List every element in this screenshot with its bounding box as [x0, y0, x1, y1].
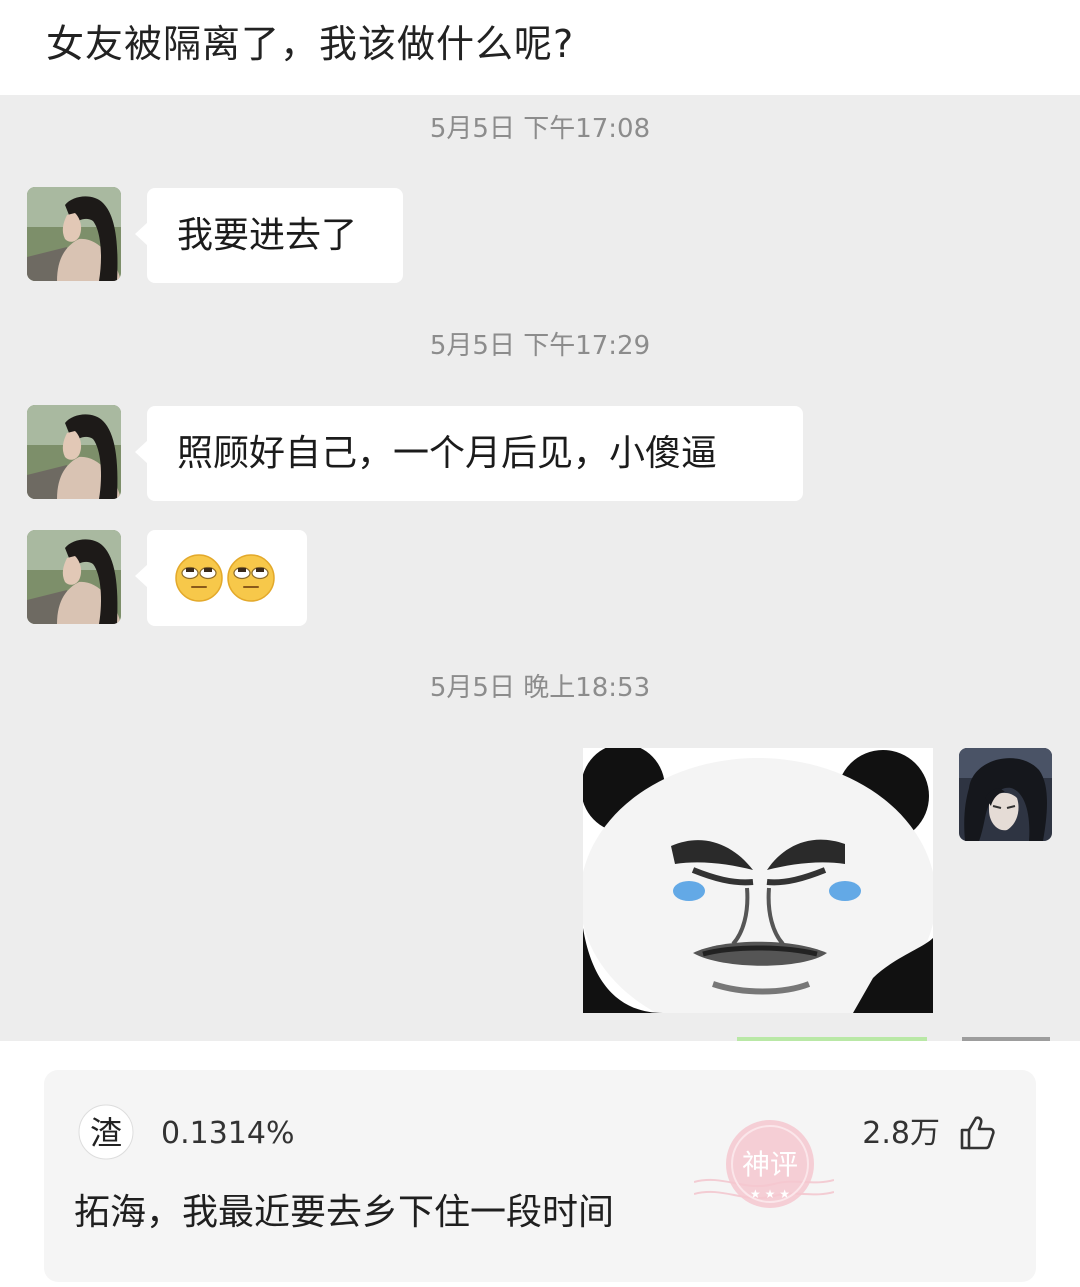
- post-title: 女友被隔离了，我该做什么呢?: [46, 22, 575, 66]
- thumbs-up-icon[interactable]: [958, 1114, 996, 1152]
- chat-timestamp: 5月5日 晚上18:53: [429, 673, 651, 703]
- eye-roll-emoji: [227, 554, 275, 602]
- chat-screenshot: 5月5日 下午17:08 我要进去了 5月5日 下午17:29 照顾好自己，一个…: [0, 95, 1080, 1041]
- commenter-username[interactable]: 0.1314%: [161, 1114, 294, 1154]
- emoji-message-bubble[interactable]: [135, 530, 307, 626]
- panda-meme-sticker[interactable]: [583, 748, 933, 1013]
- partial-avatar: [962, 1037, 1050, 1041]
- like-count: 2.8万: [862, 1116, 940, 1151]
- svg-text:渣: 渣: [90, 1114, 122, 1152]
- chat-timestamp: 5月5日 下午17:08: [429, 114, 651, 144]
- comment-text: 拓海，我最近要去乡下住一段时间: [74, 1192, 615, 1233]
- user-avatar[interactable]: [959, 748, 1052, 841]
- partial-sent-bubble: [737, 1037, 927, 1041]
- message-text: 照顾好自己，一个月后见，小傻逼: [177, 433, 718, 474]
- stamp-text: 神评: [742, 1148, 798, 1181]
- top-comment-card[interactable]: 渣 0.1314% 神评 ★ ★ ★ 2.8万 拓海，我最近要去乡下住一段时间: [44, 1070, 1036, 1282]
- divine-comment-stamp: 神评 ★ ★ ★: [694, 1120, 834, 1208]
- svg-text:★ ★ ★: ★ ★ ★: [750, 1187, 790, 1201]
- message-text: 我要进去了: [177, 215, 358, 256]
- girlfriend-avatar[interactable]: [27, 187, 121, 281]
- commenter-avatar[interactable]: 渣: [78, 1104, 134, 1160]
- girlfriend-avatar[interactable]: [27, 405, 121, 499]
- girlfriend-avatar[interactable]: [27, 530, 121, 624]
- chat-timestamp: 5月5日 下午17:29: [429, 331, 651, 361]
- eye-roll-emoji: [175, 554, 223, 602]
- received-message-bubble[interactable]: 照顾好自己，一个月后见，小傻逼: [135, 406, 803, 501]
- received-message-bubble[interactable]: 我要进去了: [135, 188, 403, 283]
